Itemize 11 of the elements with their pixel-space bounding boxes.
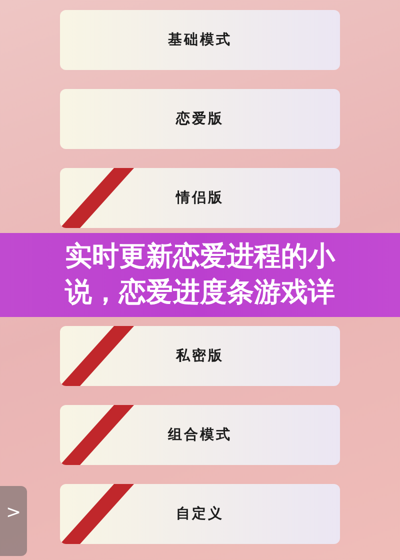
mode-button[interactable]: 情侣版 <box>60 168 340 228</box>
mode-button[interactable]: 恋爱版 <box>60 89 340 149</box>
stripe-icon <box>60 484 134 544</box>
mode-button[interactable]: 私密版 <box>60 326 340 386</box>
mode-button[interactable]: 基础模式 <box>60 10 340 70</box>
stripe-icon <box>60 326 134 386</box>
mode-button[interactable]: 组合模式 <box>60 405 340 465</box>
banner-title: 实时更新恋爱进程的小说，恋爱进度条游戏详 <box>64 240 336 310</box>
mode-button[interactable]: 自定义 <box>60 484 340 544</box>
stripe-icon <box>60 405 134 465</box>
stripe-icon <box>60 168 134 228</box>
